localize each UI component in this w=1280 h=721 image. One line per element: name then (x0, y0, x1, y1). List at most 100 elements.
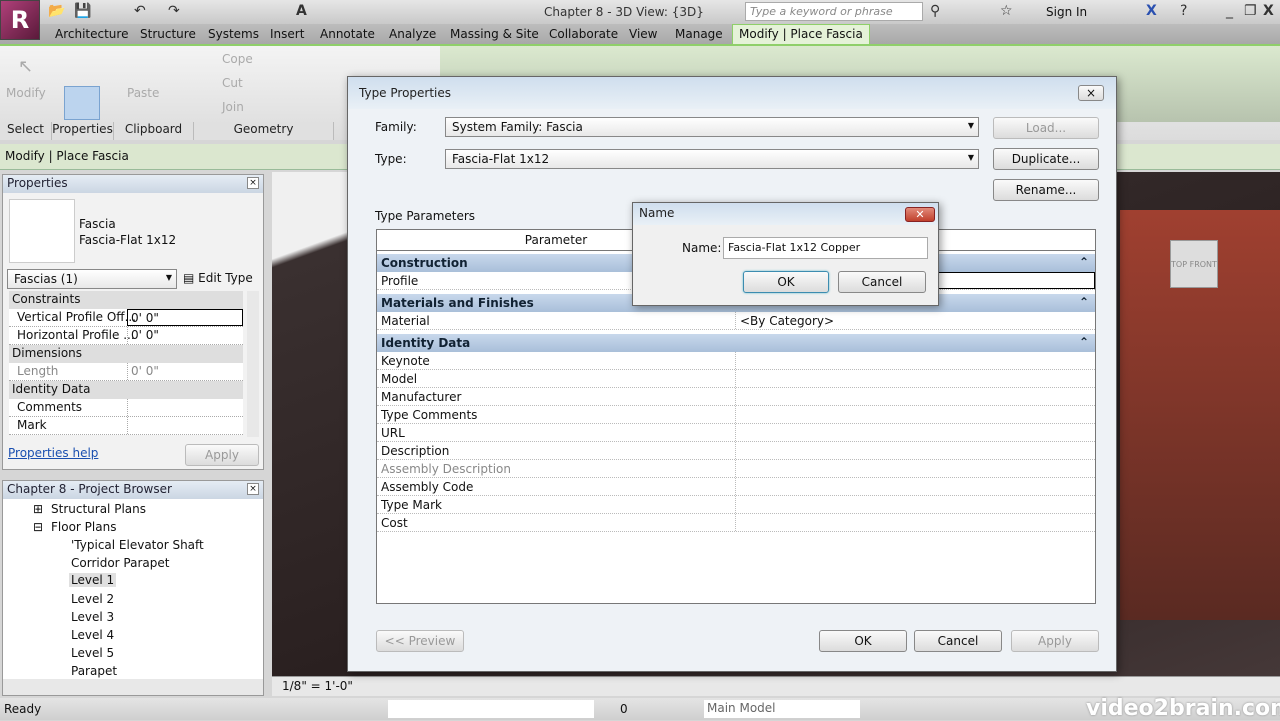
join-button[interactable]: Join (222, 100, 244, 114)
tree-item[interactable]: Level 5 (71, 646, 114, 660)
property-label: Comments (17, 400, 83, 414)
property-value-input[interactable] (127, 417, 243, 434)
star-icon[interactable]: ☆ (1000, 3, 1013, 19)
tree-item[interactable]: Level 4 (71, 628, 114, 642)
exchange-icon[interactable]: X (1146, 3, 1157, 19)
ok-button[interactable]: OK (743, 271, 829, 293)
close-icon[interactable]: × (247, 177, 259, 189)
sign-in-link[interactable]: Sign In (1046, 5, 1087, 19)
load-button[interactable]: Load... (993, 117, 1099, 139)
tree-expand-icon[interactable]: ⊞ (33, 502, 43, 516)
open-icon[interactable]: 📂 (48, 3, 65, 19)
tree-item[interactable]: Floor Plans (51, 520, 116, 534)
tree-item[interactable]: Level 2 (71, 592, 114, 606)
param-value[interactable] (735, 370, 1095, 387)
tab-massing-site[interactable]: Massing & Site (450, 27, 539, 41)
tree-item[interactable]: 'Typical Elevator Shaft (71, 538, 204, 552)
tab-modify-place-fascia[interactable]: Modify | Place Fascia (732, 24, 870, 45)
ribbon-tabs: Architecture Structure Systems Insert An… (0, 24, 1280, 45)
group-constraints[interactable]: Constraints (9, 291, 243, 309)
search-input[interactable]: Type a keyword or phrase (745, 2, 923, 21)
property-value-input[interactable] (127, 399, 243, 416)
type-dropdown[interactable]: Fascia-Flat 1x12 (445, 149, 979, 169)
close-icon[interactable]: × (247, 483, 259, 495)
cut-button[interactable]: Cut (222, 76, 243, 90)
modify-button[interactable]: Modify (6, 86, 46, 100)
close-icon[interactable]: X (1263, 3, 1274, 19)
cancel-button[interactable]: Cancel (838, 271, 926, 293)
workset-dropdown[interactable] (388, 700, 594, 718)
status-bar: Ready 0 Main Model video2brain.com (0, 696, 1280, 721)
tree-item[interactable]: Parapet (71, 664, 117, 678)
cancel-button[interactable]: Cancel (914, 630, 1002, 652)
viewcube[interactable]: TOP FRONT (1170, 240, 1218, 288)
family-dropdown[interactable]: System Family: Fascia (445, 117, 979, 137)
design-option-dropdown[interactable]: Main Model (704, 700, 860, 718)
properties-scrollbar[interactable] (247, 291, 259, 437)
tab-manage[interactable]: Manage (675, 27, 723, 41)
param-value[interactable] (735, 460, 1095, 477)
duplicate-button[interactable]: Duplicate... (993, 148, 1099, 170)
help-icon[interactable]: ? (1180, 3, 1187, 19)
tab-collaborate[interactable]: Collaborate (549, 27, 618, 41)
param-value[interactable] (735, 496, 1095, 513)
paste-button[interactable]: Paste (127, 86, 159, 100)
rename-button[interactable]: Rename... (993, 179, 1099, 201)
param-value[interactable] (735, 424, 1095, 441)
tree-item[interactable]: Structural Plans (51, 502, 146, 516)
tree-item[interactable]: Corridor Parapet (71, 556, 169, 570)
application-menu-button[interactable]: R (0, 0, 40, 40)
tab-view[interactable]: View (629, 27, 657, 41)
apply-button[interactable]: Apply (1011, 630, 1099, 652)
save-icon[interactable]: 💾 (74, 3, 91, 19)
properties-title: Properties (3, 175, 263, 193)
tab-analyze[interactable]: Analyze (389, 27, 436, 41)
name-input[interactable]: Fascia-Flat 1x12 Copper (723, 237, 928, 259)
tab-architecture[interactable]: Architecture (55, 27, 128, 41)
param-value[interactable] (735, 442, 1095, 459)
undo-icon[interactable]: ↶ (134, 3, 146, 19)
group-identity-data[interactable]: Identity Data (9, 381, 243, 399)
param-value[interactable] (735, 352, 1095, 369)
apply-button[interactable]: Apply (185, 444, 259, 466)
tab-structure[interactable]: Structure (140, 27, 196, 41)
window-title: Chapter 8 - 3D View: {3D} (544, 5, 704, 19)
tree-collapse-icon[interactable]: ⊟ (33, 520, 43, 534)
preview-button[interactable]: << Preview (376, 630, 464, 652)
binoculars-icon[interactable]: ⚲ (930, 3, 940, 19)
param-value[interactable]: <By Category> (735, 312, 1095, 329)
group-identity-data[interactable]: Identity Data (377, 334, 1095, 352)
horizontal-scrollbar[interactable] (3, 679, 263, 695)
minimize-icon[interactable]: _ (1226, 3, 1233, 19)
tab-insert[interactable]: Insert (270, 27, 304, 41)
tab-systems[interactable]: Systems (208, 27, 259, 41)
param-label: Cost (381, 516, 408, 530)
text-icon[interactable]: A (296, 3, 307, 19)
scale-selector[interactable]: 1/8" = 1'-0" (282, 679, 353, 693)
type-name[interactable]: Fascia-Flat 1x12 (79, 233, 176, 247)
redo-icon[interactable]: ↷ (168, 3, 180, 19)
tree-item[interactable]: Level 3 (71, 610, 114, 624)
restore-icon[interactable]: ❐ (1244, 3, 1257, 19)
property-value-input[interactable]: 0' 0" (127, 327, 243, 344)
tab-annotate[interactable]: Annotate (320, 27, 375, 41)
family-name: Fascia (79, 217, 116, 231)
param-value[interactable] (735, 478, 1095, 495)
panel-geometry: Geometry (194, 122, 334, 140)
cope-button[interactable]: Cope (222, 52, 253, 66)
type-properties-button[interactable] (64, 86, 100, 120)
tree-item-selected[interactable]: Level 1 (69, 573, 117, 587)
edit-type-button[interactable]: ▤ Edit Type (183, 271, 253, 285)
param-value[interactable] (735, 388, 1095, 405)
group-dimensions[interactable]: Dimensions (9, 345, 243, 363)
properties-help-link[interactable]: Properties help (8, 446, 98, 460)
property-row: Length 0' 0" (9, 363, 243, 381)
ok-button[interactable]: OK (819, 630, 907, 652)
instance-filter-dropdown[interactable]: Fascias (1) (7, 269, 177, 289)
type-parameters-label: Type Parameters (375, 209, 476, 223)
close-icon[interactable]: ✕ (905, 207, 935, 222)
param-value[interactable] (735, 514, 1095, 531)
param-value[interactable] (735, 406, 1095, 423)
property-value-input[interactable]: 0' 0" (127, 309, 243, 326)
close-icon[interactable]: × (1078, 85, 1104, 101)
